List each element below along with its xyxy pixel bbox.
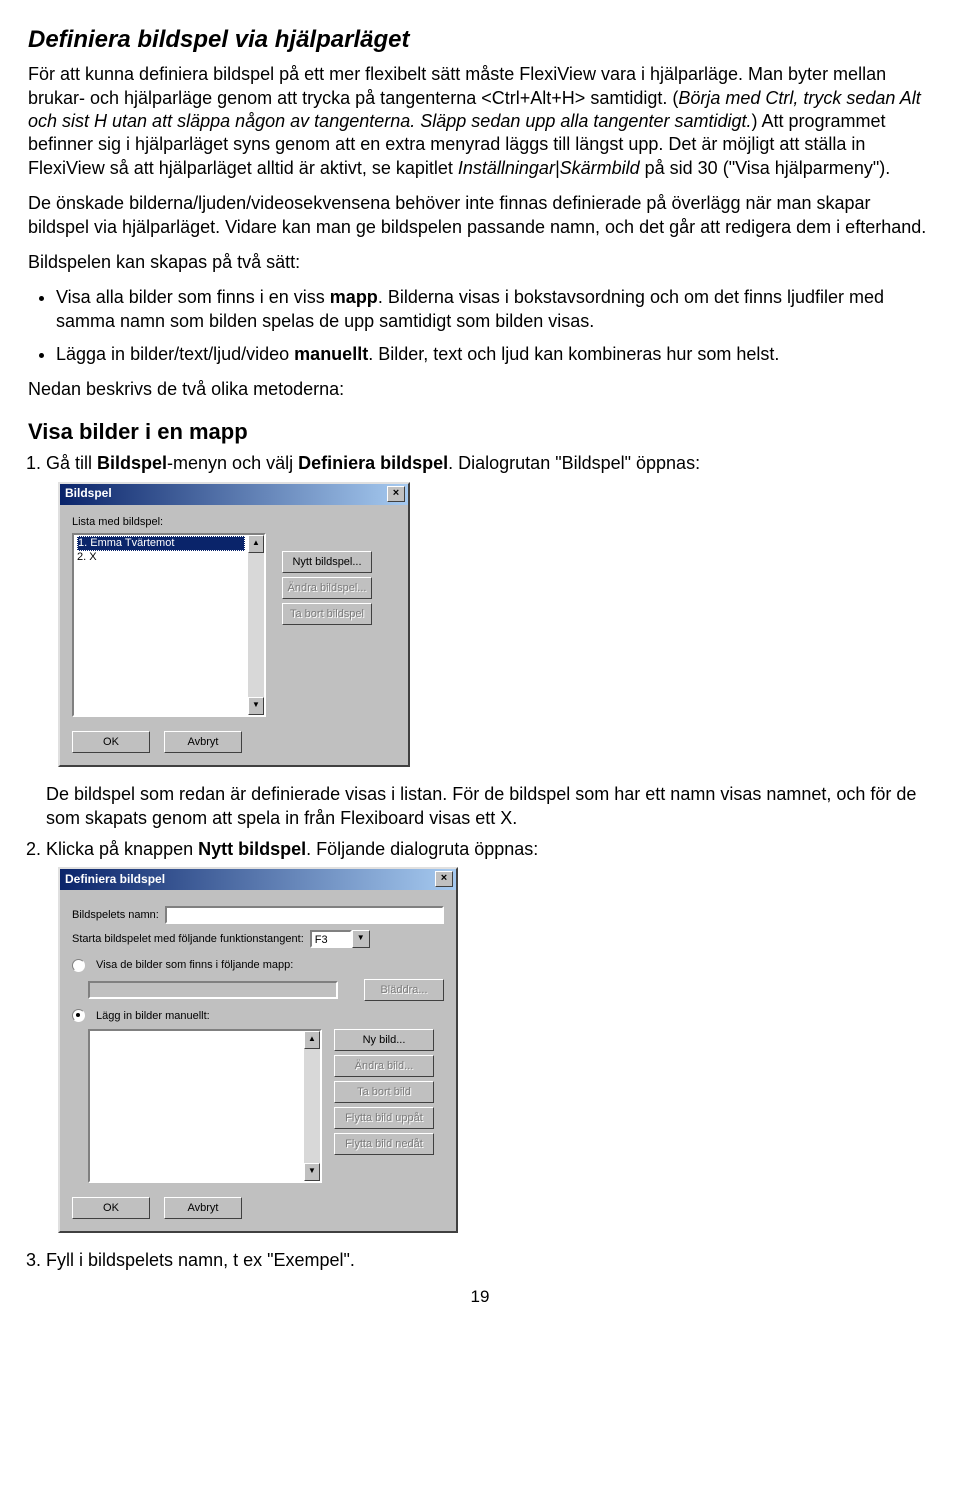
cancel-button[interactable]: Avbryt — [164, 731, 242, 753]
close-icon[interactable]: × — [387, 486, 405, 502]
move-down-button[interactable]: Flytta bild nedåt — [334, 1133, 434, 1155]
dialog-titlebar[interactable]: Bildspel × — [60, 484, 408, 505]
step1-b: Bildspel — [97, 453, 167, 473]
scroll-down-icon[interactable]: ▼ — [304, 1163, 320, 1181]
radio-manual[interactable] — [72, 1009, 85, 1022]
dialog-bildspel: Bildspel × Lista med bildspel: 1. Emma T… — [58, 482, 410, 767]
step2-b: Nytt bildspel — [198, 839, 306, 859]
name-label: Bildspelets namn: — [72, 908, 159, 922]
bullet2-b: manuellt — [294, 344, 368, 364]
step2-a: Klicka på knappen — [46, 839, 198, 859]
step1-a: Gå till — [46, 453, 97, 473]
scrollbar[interactable]: ▲ ▼ — [304, 1031, 320, 1181]
list-item[interactable]: 1. Emma Tvärtemot — [77, 536, 245, 551]
dialog-title: Definiera bildspel — [65, 872, 165, 888]
bildspel-listbox[interactable]: 1. Emma Tvärtemot 2. X ▲ ▼ — [72, 533, 266, 717]
paragraph-1: För att kunna definiera bildspel på ett … — [28, 63, 932, 180]
new-image-button[interactable]: Ny bild... — [334, 1029, 434, 1051]
dialog-titlebar[interactable]: Definiera bildspel × — [60, 869, 456, 890]
step1-d: Definiera bildspel — [298, 453, 448, 473]
bullet-1: Visa alla bilder som finns i en viss map… — [56, 286, 932, 333]
radio-folder-label: Visa de bilder som finns i följande mapp… — [96, 958, 293, 972]
fkey-label: Starta bildspelet med följande funktions… — [72, 932, 304, 946]
dialog-title: Bildspel — [65, 486, 112, 502]
para1-ref: Inställningar|Skärmbild — [458, 158, 640, 178]
edit-image-button[interactable]: Ändra bild... — [334, 1055, 434, 1077]
radio-manual-label: Lägg in bilder manuellt: — [96, 1009, 210, 1023]
list-label: Lista med bildspel: — [72, 515, 396, 529]
scroll-down-icon[interactable]: ▼ — [248, 697, 264, 715]
dialog-definiera-bildspel: Definiera bildspel × Bildspelets namn: S… — [58, 867, 458, 1233]
bullet2-a: Lägga in bilder/text/ljud/video — [56, 344, 294, 364]
heading-visa-bilder: Visa bilder i en mapp — [28, 418, 932, 447]
paragraph-2: De önskade bilderna/ljuden/videosekvense… — [28, 192, 932, 239]
radio-folder[interactable] — [72, 959, 85, 972]
paragraph-3: Bildspelen kan skapas på två sätt: — [28, 251, 932, 274]
step-1: Gå till Bildspel-menyn och välj Definier… — [46, 452, 932, 829]
delete-bildspel-button[interactable]: Ta bort bildspel — [282, 603, 372, 625]
after-dialog1-text: De bildspel som redan är definierade vis… — [46, 783, 932, 830]
paragraph-4: Nedan beskrivs de två olika metoderna: — [28, 378, 932, 401]
scroll-up-icon[interactable]: ▲ — [304, 1031, 320, 1049]
fkey-combobox[interactable]: F3 ▼ — [310, 930, 370, 948]
close-icon[interactable]: × — [435, 871, 453, 887]
move-up-button[interactable]: Flytta bild uppåt — [334, 1107, 434, 1129]
browse-button[interactable]: Bläddra... — [364, 979, 444, 1001]
new-bildspel-button[interactable]: Nytt bildspel... — [282, 551, 372, 573]
page-number: 19 — [28, 1286, 932, 1308]
step1-c: -menyn och välj — [167, 453, 298, 473]
edit-bildspel-button[interactable]: Ändra bildspel... — [282, 577, 372, 599]
manual-listbox[interactable]: ▲ ▼ — [88, 1029, 322, 1183]
bullet2-c: . Bilder, text och ljud kan kombineras h… — [368, 344, 779, 364]
fkey-value: F3 — [310, 930, 352, 948]
scroll-up-icon[interactable]: ▲ — [248, 535, 264, 553]
page-title: Definiera bildspel via hjälparläget — [28, 24, 932, 55]
para1-d: på sid 30 ("Visa hjälparmeny"). — [640, 158, 891, 178]
delete-image-button[interactable]: Ta bort bild — [334, 1081, 434, 1103]
step-2: Klicka på knappen Nytt bildspel. Följand… — [46, 838, 932, 1233]
step-3: Fyll i bildspelets namn, t ex "Exempel". — [46, 1249, 932, 1272]
ok-button[interactable]: OK — [72, 731, 150, 753]
list-item[interactable]: 2. X — [77, 551, 245, 564]
bullet1-b: mapp — [330, 287, 378, 307]
name-field[interactable] — [165, 906, 444, 924]
bullet-2: Lägga in bilder/text/ljud/video manuellt… — [56, 343, 932, 366]
scrollbar[interactable]: ▲ ▼ — [248, 535, 264, 715]
step2-c: . Följande dialogruta öppnas: — [306, 839, 538, 859]
chevron-down-icon[interactable]: ▼ — [352, 930, 370, 948]
ok-button[interactable]: OK — [72, 1197, 150, 1219]
bullet1-a: Visa alla bilder som finns i en viss — [56, 287, 330, 307]
step1-e: . Dialogrutan "Bildspel" öppnas: — [448, 453, 700, 473]
cancel-button[interactable]: Avbryt — [164, 1197, 242, 1219]
folder-path-field — [88, 981, 338, 999]
